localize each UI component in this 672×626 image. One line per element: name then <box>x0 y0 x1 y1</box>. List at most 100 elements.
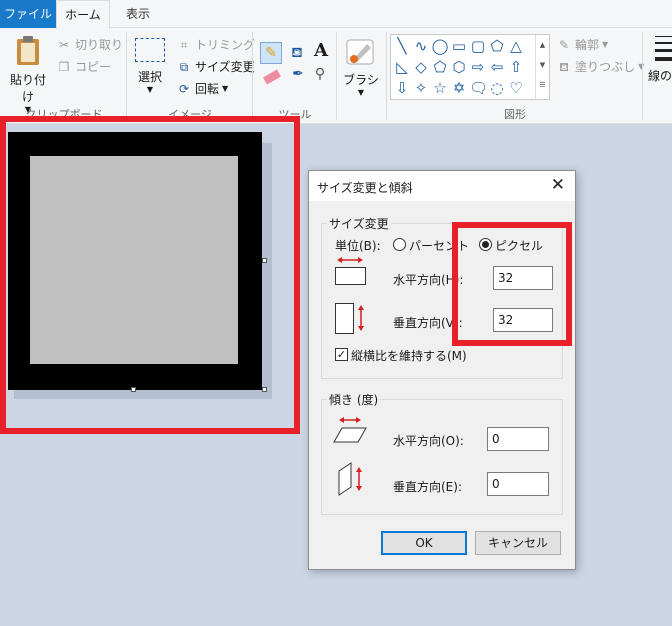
paste-button[interactable]: 貼り付け ▼ <box>6 34 50 114</box>
down-arrow-shape[interactable]: ⇩ <box>393 79 411 97</box>
tab-file[interactable]: ファイル <box>0 0 56 28</box>
highlight-box-image <box>0 116 300 434</box>
outline-brush-icon: ✎ <box>558 37 570 52</box>
group-divider <box>642 32 643 120</box>
eraser-icon <box>263 69 281 85</box>
group-divider <box>386 32 387 120</box>
rectangle-shape[interactable]: ▭ <box>450 37 468 55</box>
fill-tool[interactable]: ⛾ <box>286 42 308 64</box>
triangle-shape[interactable]: △ <box>507 37 525 55</box>
five-point-star-shape[interactable]: ☆ <box>431 79 449 97</box>
pentagon-shape[interactable]: ⬠ <box>431 58 449 76</box>
skew-vertical-label: 垂直方向(E): <box>393 480 462 494</box>
rotate-icon: ⟳ <box>178 81 190 96</box>
checkmark-icon: ✓ <box>336 348 347 361</box>
scissors-icon: ✂ <box>58 37 70 52</box>
pencil-tool[interactable]: ✎ <box>260 42 282 64</box>
highlight-box-pixel <box>452 222 572 346</box>
resize-label: サイズ変更 <box>195 60 255 74</box>
crop-icon: ⌗ <box>180 37 188 52</box>
vertical-resize-icon <box>335 303 364 334</box>
unit-label: 単位(B): <box>335 239 381 253</box>
oval-shape[interactable]: ◯ <box>431 37 449 55</box>
shapes-scrollbar[interactable]: ▲ ▼ ☰ <box>535 35 549 99</box>
copy-label: コピー <box>75 60 112 74</box>
chevron-down-icon: ▼ <box>222 84 229 93</box>
heart-shape[interactable]: ♡ <box>507 79 525 97</box>
six-point-star-shape[interactable]: ✡ <box>450 79 468 97</box>
group-divider <box>336 32 337 120</box>
copy-button[interactable]: ❐ コピー <box>56 58 111 75</box>
brushes-button[interactable]: ブラシ ▼ <box>340 36 382 97</box>
outline-label: 輪郭 <box>575 38 600 52</box>
group-divider <box>252 32 253 120</box>
resize-icon: ⧉ <box>179 59 189 74</box>
ok-button[interactable]: OK <box>381 531 467 555</box>
horizontal-resize-icon <box>335 257 366 285</box>
dialog-titlebar[interactable]: サイズ変更と傾斜 ✕ <box>309 171 575 201</box>
skew-vertical-input[interactable]: 0 <box>487 472 549 496</box>
unit-percent-radio[interactable] <box>393 238 406 251</box>
rotate-button[interactable]: ⟳ 回転 ▼ <box>176 80 228 97</box>
ribbon-tab-bar: ファイル ホーム 表示 <box>0 0 672 29</box>
brushes-label: ブラシ <box>343 73 379 87</box>
text-tool[interactable]: A <box>310 40 332 62</box>
callout-oval-shape[interactable]: ◌ <box>488 79 506 97</box>
polygon-shape[interactable]: ⬠ <box>488 37 506 55</box>
size-button[interactable]: 線の幅 <box>646 36 672 84</box>
cut-label: 切り取り <box>75 38 124 52</box>
shapes-gallery: ╲ ∿ ◯ ▭ ▢ ⬠ △ ◺ ◇ ⬠ ⬡ ⇨ ⇦ ⇧ ⇩ ✧ ☆ ✡ 🗨 ◌ … <box>390 34 550 100</box>
line-shape[interactable]: ╲ <box>393 37 411 55</box>
magnifier-tool[interactable]: ⚲ <box>310 66 330 86</box>
keep-ratio-checkbox[interactable]: ✓ <box>335 348 348 361</box>
skew-horizontal-input[interactable]: 0 <box>487 427 549 451</box>
hexagon-shape[interactable]: ⬡ <box>450 58 468 76</box>
cancel-button[interactable]: キャンセル <box>475 531 561 555</box>
close-icon[interactable]: ✕ <box>551 176 565 194</box>
shapes-group-label: 図形 <box>504 108 526 121</box>
resize-button[interactable]: ⧉ サイズ変更 <box>176 58 255 75</box>
line-width-icon <box>655 36 672 61</box>
left-arrow-shape[interactable]: ⇦ <box>488 58 506 76</box>
crop-label: トリミング <box>195 38 256 52</box>
cut-button[interactable]: ✂ 切り取り <box>56 36 123 53</box>
eyedropper-icon: ✒ <box>292 66 304 82</box>
up-arrow-shape[interactable]: ⇧ <box>507 58 525 76</box>
right-arrow-shape[interactable]: ⇨ <box>469 58 487 76</box>
color-picker-tool[interactable]: ✒ <box>288 66 308 86</box>
horizontal-skew-icon <box>333 417 367 443</box>
keep-ratio-label: 縦横比を維持する(M) <box>351 349 467 363</box>
rotate-label: 回転 <box>195 82 220 96</box>
eraser-tool[interactable] <box>262 69 282 85</box>
fill-bucket-icon: ⛾ <box>559 59 569 74</box>
size-label: 線の幅 <box>647 69 672 83</box>
callout-rect-shape[interactable]: 🗨 <box>469 79 488 97</box>
curve-shape[interactable]: ∿ <box>412 37 430 55</box>
rounded-rect-shape[interactable]: ▢ <box>469 37 487 55</box>
select-label: 選択 <box>137 70 162 84</box>
paint-bucket-icon: ⛾ <box>291 45 303 61</box>
vertical-skew-icon <box>338 462 362 496</box>
tab-home[interactable]: ホーム <box>56 0 110 29</box>
clipboard-icon <box>17 36 39 65</box>
crop-button[interactable]: ⌗ トリミング <box>176 36 255 53</box>
chevron-down-icon: ▼ <box>602 40 609 49</box>
tab-view[interactable]: 表示 <box>112 0 164 28</box>
diamond-shape[interactable]: ◇ <box>412 58 430 76</box>
select-button[interactable]: 選択 ▼ <box>132 38 168 94</box>
brush-icon <box>346 39 374 65</box>
resize-group-label: サイズ変更 <box>327 215 391 232</box>
pencil-icon: ✎ <box>265 45 277 61</box>
fill-button[interactable]: ⛾ 塗りつぶし ▼ <box>556 58 644 75</box>
ribbon: 貼り付け ▼ ✂ 切り取り ❐ コピー クリップボード 選択 ▼ ⌗ トリミング… <box>0 28 672 124</box>
magnifier-icon: ⚲ <box>314 66 326 82</box>
text-a-icon: A <box>314 40 328 61</box>
skew-horizontal-label: 水平方向(O): <box>393 434 464 448</box>
right-triangle-shape[interactable]: ◺ <box>393 58 411 76</box>
paste-label: 貼り付け <box>9 73 46 104</box>
outline-button[interactable]: ✎ 輪郭 ▼ <box>556 36 608 53</box>
copy-icon: ❐ <box>58 59 70 74</box>
chevron-down-icon: ▼ <box>357 88 365 97</box>
dialog-title: サイズ変更と傾斜 <box>317 181 413 195</box>
four-point-star-shape[interactable]: ✧ <box>412 79 430 97</box>
